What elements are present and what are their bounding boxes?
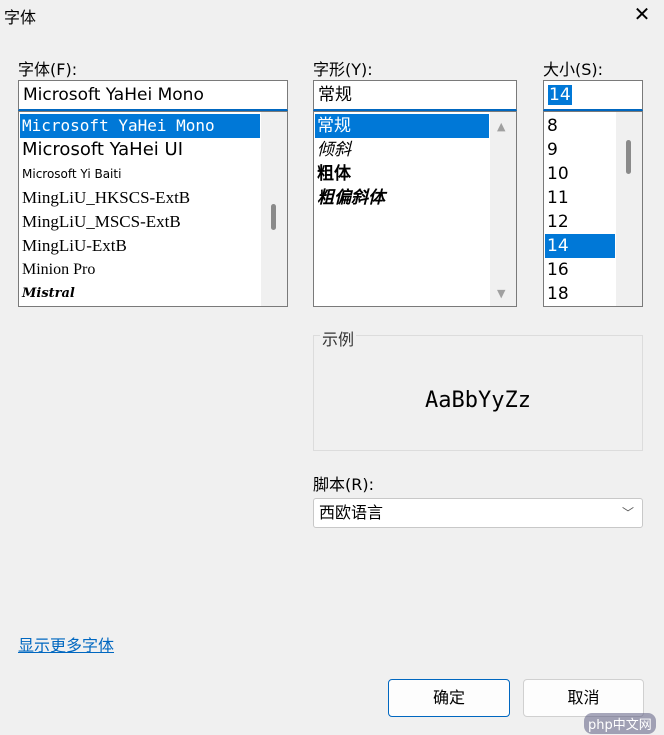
scroll-thumb[interactable] bbox=[271, 204, 276, 230]
font-list-item[interactable]: Microsoft YaHei Mono bbox=[20, 114, 260, 138]
font-list-item[interactable]: MingLiU-ExtB bbox=[20, 234, 287, 258]
font-list-item[interactable]: MingLiU_MSCS-ExtB bbox=[20, 210, 287, 234]
style-list-item[interactable]: 粗体 bbox=[315, 162, 516, 186]
close-icon[interactable]: ✕ bbox=[630, 2, 654, 26]
font-list-item[interactable]: Mistral bbox=[20, 282, 287, 306]
style-input[interactable]: 常规 bbox=[313, 80, 517, 111]
scroll-down-icon[interactable]: ▼ bbox=[497, 287, 505, 300]
cancel-button[interactable]: 取消 bbox=[523, 679, 644, 717]
size-list-item[interactable]: 12 bbox=[545, 210, 615, 234]
size-input-value: 14 bbox=[548, 85, 572, 105]
style-list-item[interactable]: 常规 bbox=[315, 114, 489, 138]
font-list-item[interactable]: MingLiU_HKSCS-ExtB bbox=[20, 186, 287, 210]
font-list-item[interactable]: Microsoft YaHei UI bbox=[20, 138, 287, 162]
style-list-scrollbar[interactable]: ▲ ▼ bbox=[490, 112, 516, 306]
size-list[interactable]: 8 9 10 11 12 14 16 18 bbox=[543, 111, 643, 307]
font-list-item[interactable]: Minion Pro bbox=[20, 258, 287, 282]
font-list-item[interactable]: Microsoft Yi Baiti bbox=[20, 162, 287, 186]
scroll-up-icon[interactable]: ▲ bbox=[497, 120, 505, 133]
script-select[interactable]: 西欧语言 ﹀ bbox=[313, 498, 643, 528]
size-label: 大小(S): bbox=[543, 60, 604, 79]
style-list-item[interactable]: 粗偏斜体 bbox=[315, 186, 516, 210]
size-list-scrollbar[interactable] bbox=[616, 112, 642, 306]
size-list-item[interactable]: 11 bbox=[545, 186, 615, 210]
size-list-item[interactable]: 16 bbox=[545, 258, 615, 282]
size-list-item[interactable]: 18 bbox=[545, 282, 615, 306]
dialog-title: 字体 bbox=[4, 8, 37, 27]
size-list-item[interactable]: 8 bbox=[545, 114, 615, 138]
font-label: 字体(F): bbox=[18, 60, 78, 79]
size-list-item[interactable]: 14 bbox=[545, 234, 615, 258]
size-list-item[interactable]: 9 bbox=[545, 138, 615, 162]
watermark-logo: php中文网 bbox=[584, 713, 656, 734]
style-list[interactable]: 常规 倾斜 粗体 粗偏斜体 ▲ ▼ bbox=[313, 111, 517, 307]
script-value: 西欧语言 bbox=[319, 503, 384, 522]
font-list-scrollbar[interactable] bbox=[261, 112, 287, 306]
font-input[interactable]: Microsoft YaHei Mono bbox=[18, 80, 288, 111]
style-list-item[interactable]: 倾斜 bbox=[315, 138, 516, 162]
scroll-thumb[interactable] bbox=[626, 140, 631, 174]
style-label: 字形(Y): bbox=[313, 60, 373, 79]
size-input[interactable]: 14 bbox=[543, 80, 643, 111]
sample-text: AaBbYyZz bbox=[425, 388, 531, 413]
size-list-item[interactable]: 10 bbox=[545, 162, 615, 186]
script-label: 脚本(R): bbox=[313, 475, 374, 494]
sample-group: 示例 AaBbYyZz bbox=[313, 326, 643, 451]
chevron-down-icon: ﹀ bbox=[621, 506, 634, 520]
ok-button[interactable]: 确定 bbox=[388, 679, 510, 717]
show-more-fonts-link[interactable]: 显示更多字体 bbox=[18, 632, 114, 656]
font-list[interactable]: Microsoft YaHei Mono Microsoft YaHei UI … bbox=[18, 111, 288, 307]
sample-label: 示例 bbox=[320, 326, 357, 350]
